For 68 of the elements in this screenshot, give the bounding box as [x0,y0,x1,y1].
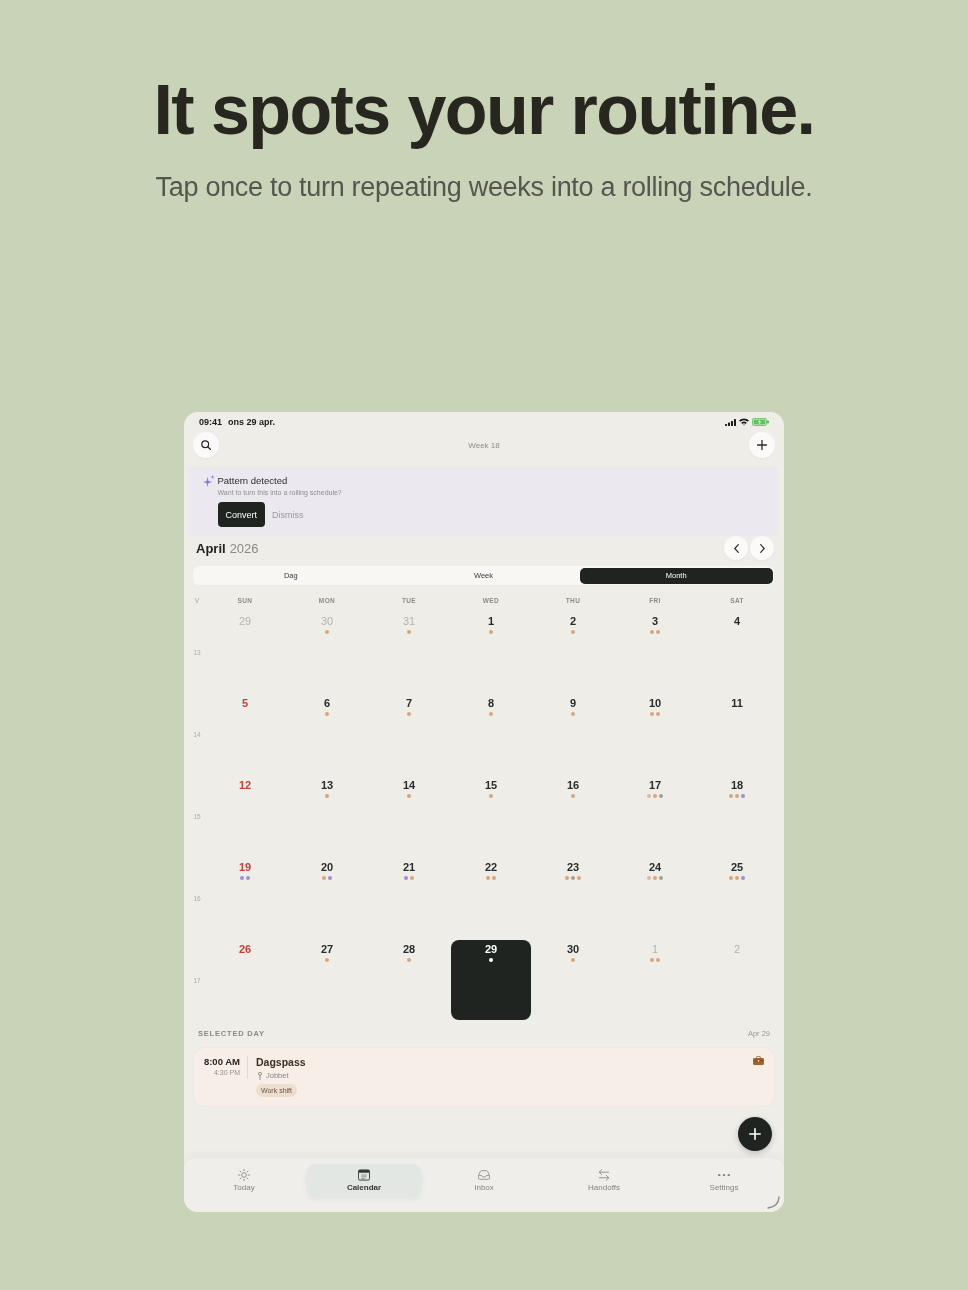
ellipsis-icon [718,1174,730,1177]
next-month-button[interactable] [750,536,774,560]
calendar-day[interactable]: 21 [369,858,449,938]
plus-icon [757,440,767,450]
pin-icon [258,1072,262,1080]
calendar-day[interactable]: 8 [451,694,531,774]
calendar-day[interactable]: 1 [451,612,531,692]
calendar-day[interactable]: 30 [533,940,613,1020]
calendar-day[interactable]: 3 [615,612,695,692]
calendar-day[interactable]: 12 [205,776,285,856]
status-time: 09:41 [199,417,223,427]
calendar-day[interactable]: 29 [451,940,531,1020]
year-label: 2026 [229,540,259,556]
inbox-icon [478,1169,490,1181]
calendar-day[interactable]: 28 [369,940,449,1020]
tab-bar-item[interactable]: Calendar [306,1164,422,1198]
calendar-day[interactable]: 7 [369,694,449,774]
banner-title: Pattern detected [217,474,288,488]
calendar-day[interactable]: 20 [287,858,367,938]
wifi-icon [739,418,749,426]
sparkle-icon [203,475,215,487]
briefcase-icon [753,1056,764,1065]
tab-bar-item[interactable]: Today [186,1164,302,1198]
calendar-day[interactable]: 26 [205,940,285,1020]
convert-button[interactable]: Convert [217,502,265,527]
calendar-day[interactable]: 22 [451,858,531,938]
week-title: Week 18 [468,440,500,450]
month-label: April [196,540,226,556]
calendar-day[interactable]: 18 [697,776,777,856]
chevron-left-icon [733,543,739,553]
start-time: 8:00 AM [203,1056,240,1068]
calendar-day[interactable]: 10 [615,694,695,774]
calendar-day[interactable]: 14 [369,776,449,856]
calendar-day[interactable]: 24 [615,858,695,938]
add-button[interactable] [749,432,775,458]
search-button[interactable] [193,432,219,458]
status-date: ons 29 apr. [228,417,276,427]
calendar-day[interactable]: 16 [533,776,613,856]
previous-month-button[interactable] [724,536,748,560]
calendar-icon [358,1169,370,1181]
battery-icon [752,418,769,426]
calendar-day[interactable]: 25 [697,858,777,938]
calendar-day[interactable]: 11 [697,694,777,774]
tab-bar-item[interactable]: Inbox [426,1164,542,1198]
signal-icon [725,418,736,426]
tab-bar-item[interactable]: Settings [666,1164,782,1198]
tab-bar-item[interactable]: Handoffs [546,1164,662,1198]
chevron-right-icon [759,543,765,553]
calendar-day[interactable]: 2 [533,612,613,692]
plus-icon [749,1128,761,1140]
swap-arrows-icon [598,1169,610,1181]
calendar-day[interactable]: 4 [697,612,777,692]
event-title: Dagspass [256,1056,306,1069]
sun-icon [238,1169,250,1181]
calendar-day[interactable]: 6 [287,694,367,774]
calendar-day[interactable]: 15 [451,776,531,856]
add-event-button[interactable] [738,1117,772,1151]
headline: It spots your routine. [153,72,815,148]
subheadline: Tap once to turn repeating weeks into a rolling schedule. [155,171,813,204]
calendar-day[interactable]: 19 [205,858,285,938]
calendar-day[interactable]: 27 [287,940,367,1020]
calendar-day[interactable]: 13 [287,776,367,856]
calendar-day[interactable]: 23 [533,858,613,938]
calendar-day[interactable]: 9 [533,694,613,774]
corner-curve-icon [767,1196,780,1209]
calendar-day[interactable]: 17 [615,776,695,856]
calendar-day[interactable]: 5 [205,694,285,774]
search-icon [201,440,211,450]
